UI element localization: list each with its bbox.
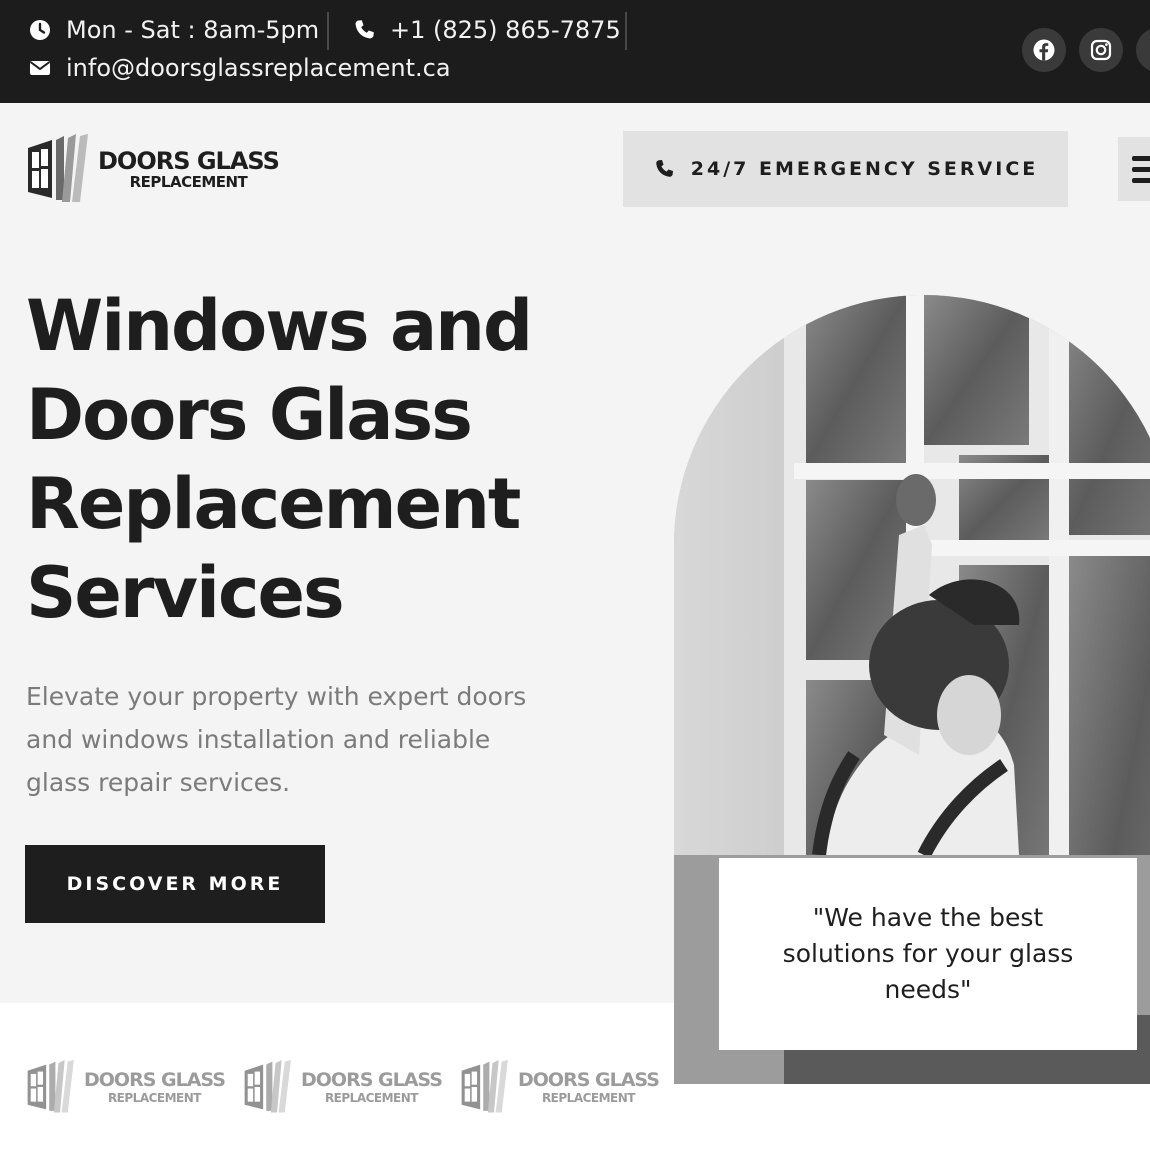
partner-line-2: REPLACEMENT xyxy=(541,1090,636,1105)
partner-wordmark: DOORS GLASS REPLACEMENT xyxy=(301,1068,443,1105)
hero-subtitle-line: glass repair services. xyxy=(26,768,291,797)
top-bar: Mon - Sat : 8am-5pm +1 (825) 865-7875 in… xyxy=(0,0,1150,103)
hamburger-icon xyxy=(1132,155,1150,161)
partner-logo: DOORS GLASS REPLACEMENT xyxy=(243,1060,443,1114)
hero-subtitle-line: and windows installation and reliable xyxy=(26,725,491,754)
hero-title-line: Services xyxy=(26,552,345,634)
phone-text: +1 (825) 865-7875 xyxy=(390,16,621,44)
phone-icon xyxy=(656,160,673,177)
partner-line-2: REPLACEMENT xyxy=(107,1090,202,1105)
hero-title-line: Doors Glass xyxy=(26,374,473,456)
logo-line-2: REPLACEMENT xyxy=(129,172,248,191)
partner-line-2: REPLACEMENT xyxy=(324,1090,419,1105)
logo-line-1: DOORS GLASS xyxy=(98,146,280,175)
envelope-icon xyxy=(29,61,51,75)
divider xyxy=(327,12,329,50)
window-logo-icon xyxy=(27,1060,74,1113)
site-logo[interactable]: DOORS GLASS REPLACEMENT xyxy=(26,134,280,204)
partner-logo: DOORS GLASS REPLACEMENT xyxy=(26,1060,226,1114)
hero-subtitle: Elevate your property with expert doors … xyxy=(26,675,586,804)
partner-wordmark: DOORS GLASS REPLACEMENT xyxy=(518,1068,660,1105)
quote-text: "We have the best solutions for your gla… xyxy=(783,900,1074,1008)
hero-title: Windows and Doors Glass Replacement Serv… xyxy=(26,282,626,638)
hero-title-line: Replacement xyxy=(26,463,521,545)
partner-line-1: DOORS GLASS xyxy=(84,1068,226,1091)
partner-logo: DOORS GLASS REPLACEMENT xyxy=(460,1060,660,1114)
quote-line: solutions for your glass xyxy=(782,939,1074,968)
logo-wordmark: DOORS GLASS REPLACEMENT xyxy=(98,146,280,191)
phone-link[interactable]: +1 (825) 865-7875 xyxy=(352,12,621,48)
window-logo-icon xyxy=(461,1060,508,1113)
social-link[interactable] xyxy=(1136,28,1150,72)
window-logo-icon xyxy=(244,1060,291,1113)
partner-line-1: DOORS GLASS xyxy=(518,1068,660,1091)
quote-card: "We have the best solutions for your gla… xyxy=(719,858,1137,1050)
hero-title-line: Windows and xyxy=(26,285,533,367)
social-icon xyxy=(1146,38,1150,62)
facebook-icon xyxy=(1033,39,1055,61)
emergency-label: 24/7 EMERGENCY SERVICE xyxy=(690,158,1039,180)
email-link[interactable]: info@doorsglassreplacement.ca xyxy=(28,50,451,86)
hero-subtitle-line: Elevate your property with expert doors xyxy=(26,682,527,711)
partner-wordmark: DOORS GLASS REPLACEMENT xyxy=(84,1068,226,1105)
instagram-icon xyxy=(1090,39,1112,61)
email-text: info@doorsglassreplacement.ca xyxy=(66,54,451,82)
partner-line-1: DOORS GLASS xyxy=(301,1068,443,1091)
phone-icon xyxy=(355,20,374,39)
quote-line: needs" xyxy=(884,975,972,1004)
hamburger-icon-bar xyxy=(1132,177,1150,183)
discover-more-button[interactable]: DISCOVER MORE xyxy=(25,845,325,923)
business-hours: Mon - Sat : 8am-5pm xyxy=(28,12,319,48)
window-logo-icon xyxy=(28,134,88,202)
menu-toggle-button[interactable] xyxy=(1118,137,1150,201)
hamburger-icon-bar xyxy=(1132,166,1150,172)
clock-icon xyxy=(30,20,50,40)
facebook-link[interactable] xyxy=(1022,28,1066,72)
quote-line: "We have the best xyxy=(812,903,1044,932)
divider xyxy=(625,12,627,50)
instagram-link[interactable] xyxy=(1079,28,1123,72)
hours-text: Mon - Sat : 8am-5pm xyxy=(66,16,320,44)
emergency-service-button[interactable]: 24/7 EMERGENCY SERVICE xyxy=(623,131,1068,207)
